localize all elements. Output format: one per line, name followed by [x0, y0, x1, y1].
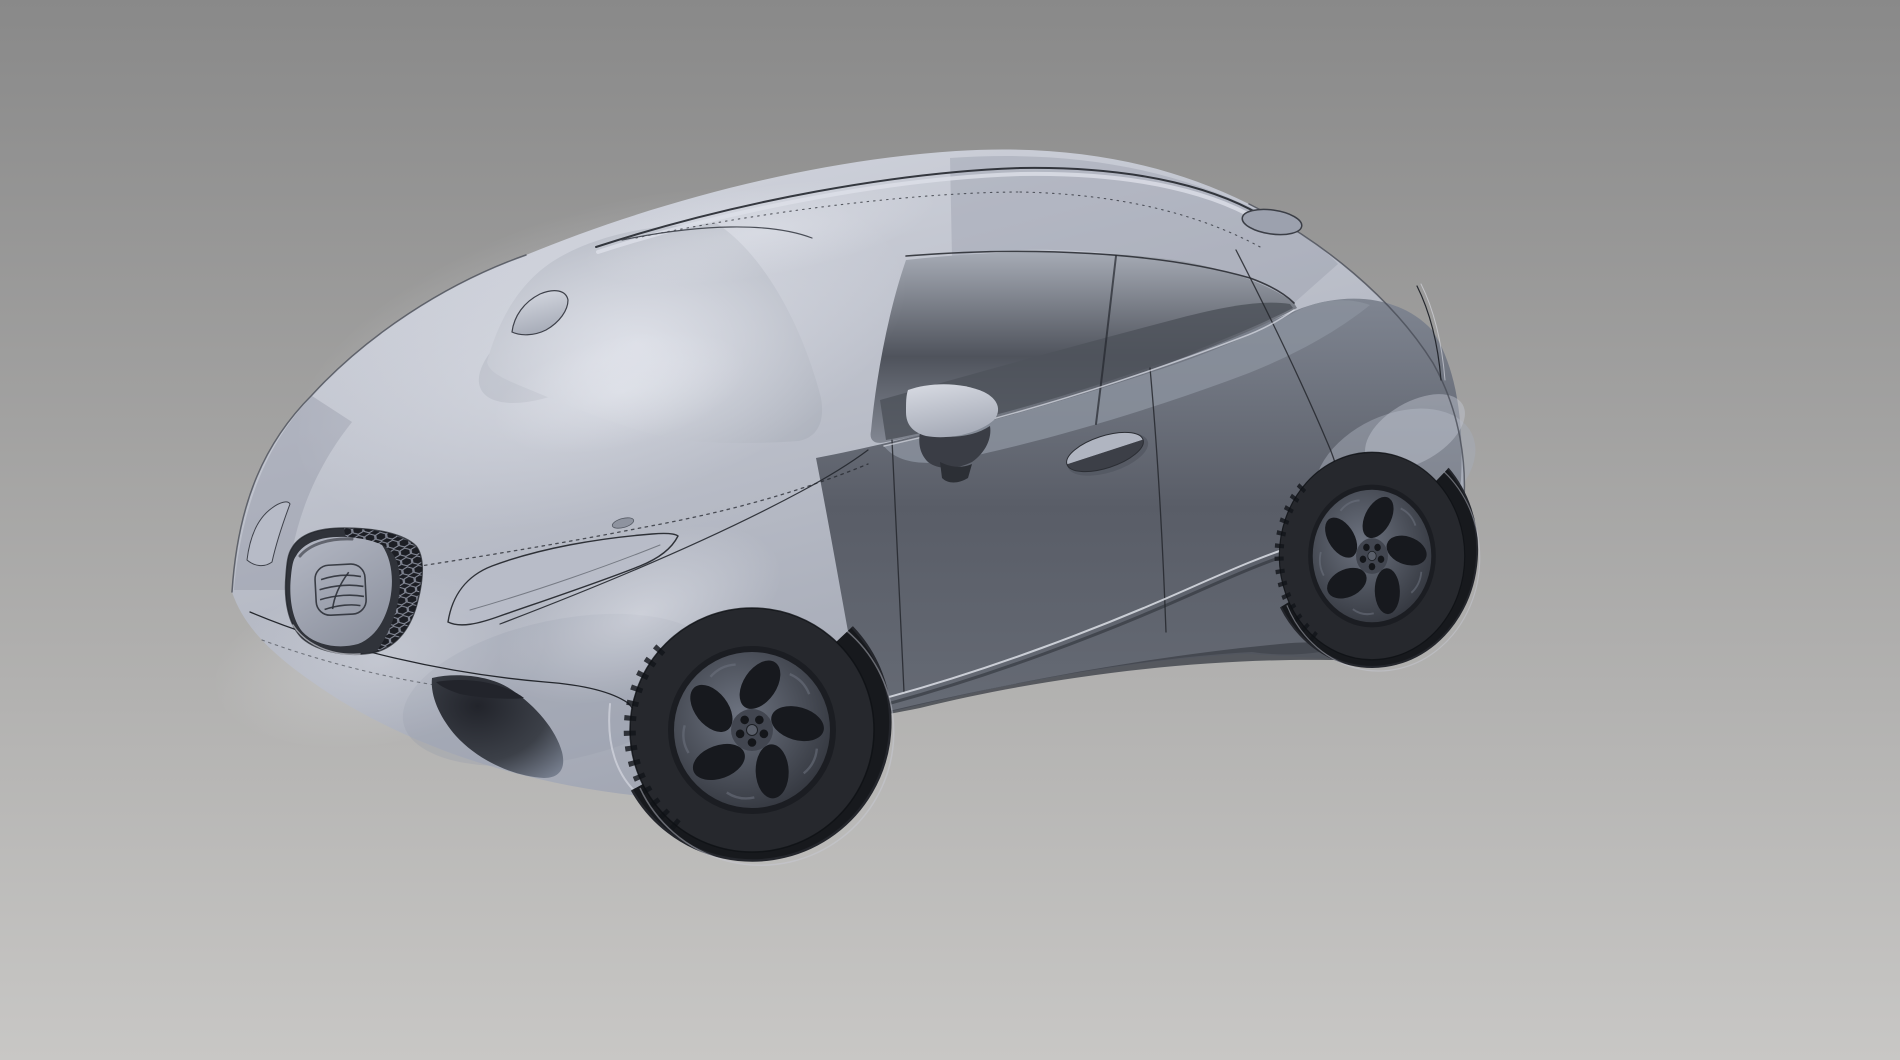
- grille: [286, 528, 423, 654]
- cad-viewport[interactable]: [0, 0, 1900, 1060]
- front-wheel: [630, 608, 894, 865]
- rear-wheel: [1279, 452, 1480, 671]
- grille-inner-panel: [290, 537, 392, 646]
